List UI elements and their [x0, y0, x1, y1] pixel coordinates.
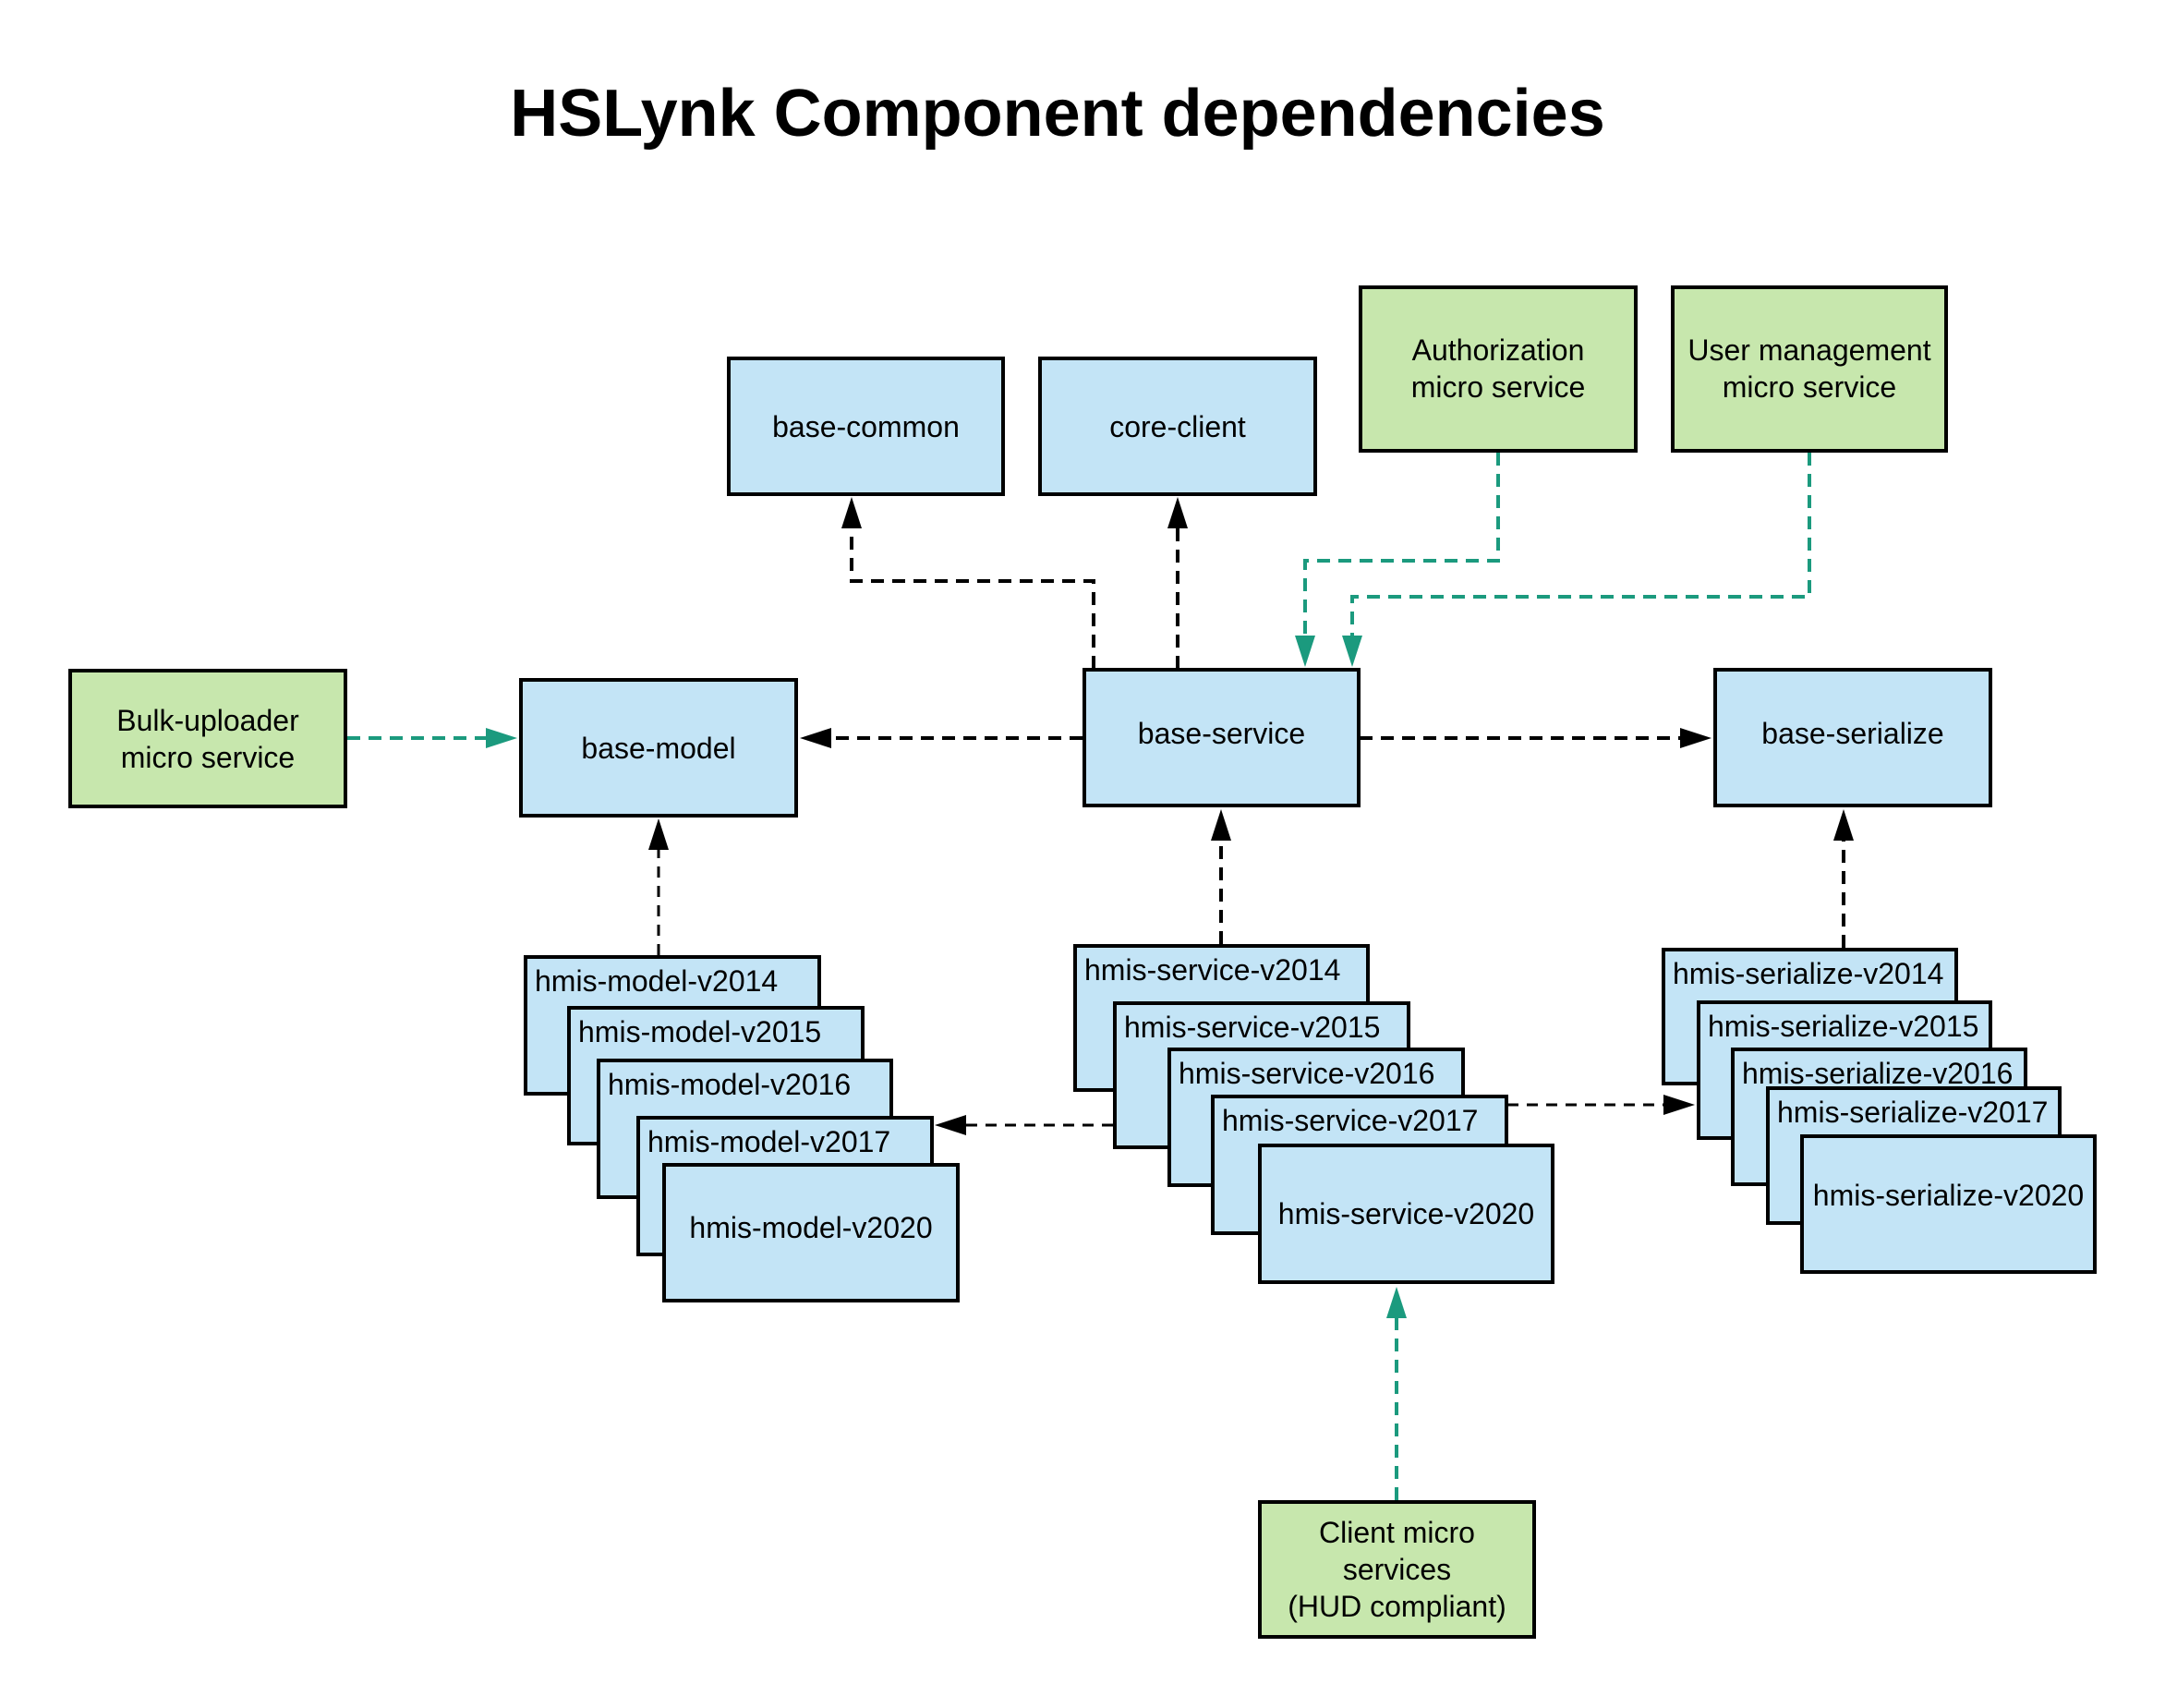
node-base-model[interactable]: base-model	[519, 678, 798, 818]
arrowhead-user-management	[1342, 636, 1362, 667]
node-label: hmis-serialize-v2017	[1777, 1096, 2049, 1129]
node-label: hmis-model-v2015	[578, 1015, 822, 1048]
edges-layer	[347, 453, 1854, 1500]
node-base-service[interactable]: base-service	[1082, 668, 1361, 807]
arrowhead-authorization	[1295, 636, 1315, 667]
arrowhead-hmis-service-base-service	[1211, 809, 1231, 841]
arrowhead-hmis-model-stack	[935, 1115, 966, 1135]
node-label: Bulk-uploader micro service	[116, 703, 299, 774]
node-label: Authorization micro service	[1410, 333, 1586, 404]
node-label: hmis-model-v2016	[608, 1068, 852, 1101]
node-authorization-micro-service[interactable]: Authorization micro service	[1359, 285, 1638, 453]
node-label: hmis-service-v2015	[1124, 1011, 1381, 1044]
node-label: hmis-service-v2020	[1277, 1197, 1535, 1230]
node-label: hmis-model-v2020	[689, 1210, 933, 1244]
node-label: base-service	[1137, 716, 1306, 750]
node-core-client[interactable]: core-client	[1038, 357, 1317, 496]
arrowhead-base-common	[841, 497, 862, 528]
node-base-common[interactable]: base-common	[727, 357, 1005, 496]
node-hmis-serialize-v2020[interactable]: hmis-serialize-v2020	[1800, 1134, 2097, 1274]
node-label: core-client	[1109, 409, 1246, 443]
node-user-management-micro-service[interactable]: User management micro service	[1671, 285, 1948, 453]
edge-base-service-to-base-common	[850, 527, 1095, 669]
arrowhead-hmis-serialize-base-serialize	[1833, 809, 1854, 841]
node-label: User management micro service	[1687, 333, 1931, 404]
node-label: hmis-service-v2014	[1084, 953, 1341, 987]
arrowhead-client	[1386, 1287, 1407, 1318]
node-label: hmis-model-v2017	[647, 1125, 891, 1158]
node-label: hmis-serialize-v2014	[1673, 957, 1944, 990]
node-label: base-model	[581, 731, 736, 765]
diagram-title: HSLynk Component dependencies	[510, 77, 1605, 151]
arrowhead-hmis-model-base-model	[648, 818, 669, 850]
node-hmis-model-v2020[interactable]: hmis-model-v2020	[662, 1163, 960, 1302]
node-hmis-service-v2020[interactable]: hmis-service-v2020	[1258, 1144, 1554, 1284]
arrowhead-hmis-serialize-stack	[1663, 1095, 1695, 1115]
arrowhead-core-client	[1167, 497, 1188, 528]
arrowhead-base-model	[800, 728, 831, 748]
node-label: base-serialize	[1761, 716, 1944, 750]
edge-authorization-to-base-service	[1303, 453, 1500, 637]
node-base-serialize[interactable]: base-serialize	[1713, 668, 1992, 807]
edge-user-management-to-base-service	[1350, 453, 1811, 637]
node-label: Client micro services (HUD compliant)	[1288, 1516, 1506, 1623]
arrowhead-bulk-uploader	[486, 728, 517, 748]
node-label: hmis-service-v2016	[1179, 1057, 1435, 1090]
node-client-micro-services[interactable]: Client micro services (HUD compliant)	[1258, 1500, 1536, 1639]
node-label: base-common	[772, 409, 960, 443]
node-bulk-uploader-micro-service[interactable]: Bulk-uploader micro service	[68, 669, 347, 808]
arrowhead-base-serialize	[1680, 728, 1711, 748]
node-label: hmis-serialize-v2020	[1812, 1178, 2085, 1212]
node-label: hmis-serialize-v2015	[1708, 1010, 1979, 1043]
node-label: hmis-service-v2017	[1222, 1104, 1479, 1137]
node-label: hmis-model-v2014	[535, 964, 779, 998]
